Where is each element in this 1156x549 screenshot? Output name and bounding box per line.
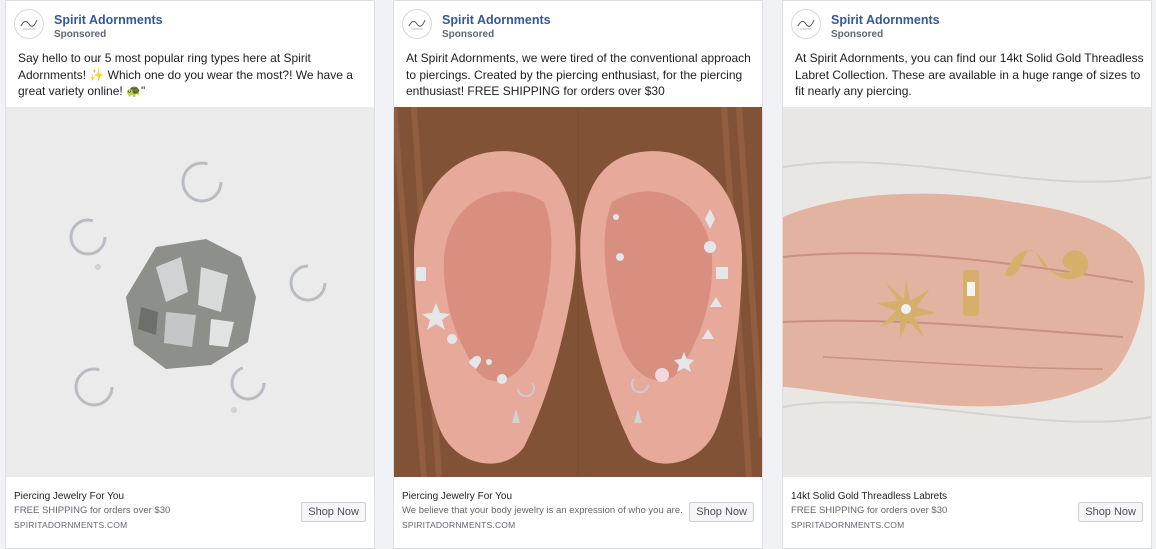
ad-card-ring-types: Spirit Adornments Sponsored Say hello to…	[5, 0, 375, 549]
ad-body-text: Say hello to our 5 most popular ring typ…	[18, 51, 353, 98]
page-avatar[interactable]	[791, 9, 821, 39]
link-description: We believe that your body jewelry is an …	[402, 505, 683, 516]
link-description: FREE SHIPPING for orders over $30	[14, 505, 171, 516]
page-name-link[interactable]: Spirit Adornments	[831, 13, 940, 27]
shop-now-button[interactable]: Shop Now	[689, 502, 754, 522]
link-headline[interactable]: Piercing Jewelry For You	[402, 491, 512, 502]
link-headline[interactable]: 14kt Solid Gold Threadless Labrets	[791, 491, 947, 502]
ad-image-ring-types[interactable]	[6, 107, 374, 477]
ad-body-text: At Spirit Adornments, you can find our 1…	[795, 51, 1144, 98]
ad-header: Spirit Adornments Sponsored	[6, 1, 374, 45]
shop-now-button[interactable]: Shop Now	[1078, 502, 1143, 522]
link-domain: SPIRITADORNMENTS.COM	[402, 520, 516, 530]
shop-now-button[interactable]: Shop Now	[301, 502, 366, 522]
ad-footer: Piercing Jewelry For You FREE SHIPPING f…	[6, 477, 374, 548]
ad-image-gold-labrets[interactable]	[783, 107, 1151, 477]
link-domain: SPIRITADORNMENTS.COM	[14, 520, 128, 530]
ad-card-gold-labrets: Spirit Adornments Sponsored At Spirit Ad…	[782, 0, 1152, 549]
link-headline[interactable]: Piercing Jewelry For You	[14, 491, 124, 502]
page-name-link[interactable]: Spirit Adornments	[54, 13, 163, 27]
ad-card-ear-piercings: Spirit Adornments Sponsored At Spirit Ad…	[393, 0, 763, 549]
ad-header: Spirit Adornments Sponsored	[783, 1, 1151, 45]
ad-body-text: At Spirit Adornments, we were tired of t…	[406, 51, 751, 98]
ad-image-ear-piercings[interactable]	[394, 107, 762, 477]
link-domain: SPIRITADORNMENTS.COM	[791, 520, 905, 530]
link-description: FREE SHIPPING for orders over $30	[791, 505, 948, 516]
sponsored-label[interactable]: Sponsored	[831, 29, 883, 40]
ad-header: Spirit Adornments Sponsored	[394, 1, 762, 45]
ad-footer: 14kt Solid Gold Threadless Labrets FREE …	[783, 477, 1151, 548]
sponsored-label[interactable]: Sponsored	[442, 29, 494, 40]
page-avatar[interactable]	[14, 9, 44, 39]
page-avatar[interactable]	[402, 9, 432, 39]
sponsored-label[interactable]: Sponsored	[54, 29, 106, 40]
ad-footer: Piercing Jewelry For You We believe that…	[394, 477, 762, 548]
page-name-link[interactable]: Spirit Adornments	[442, 13, 551, 27]
